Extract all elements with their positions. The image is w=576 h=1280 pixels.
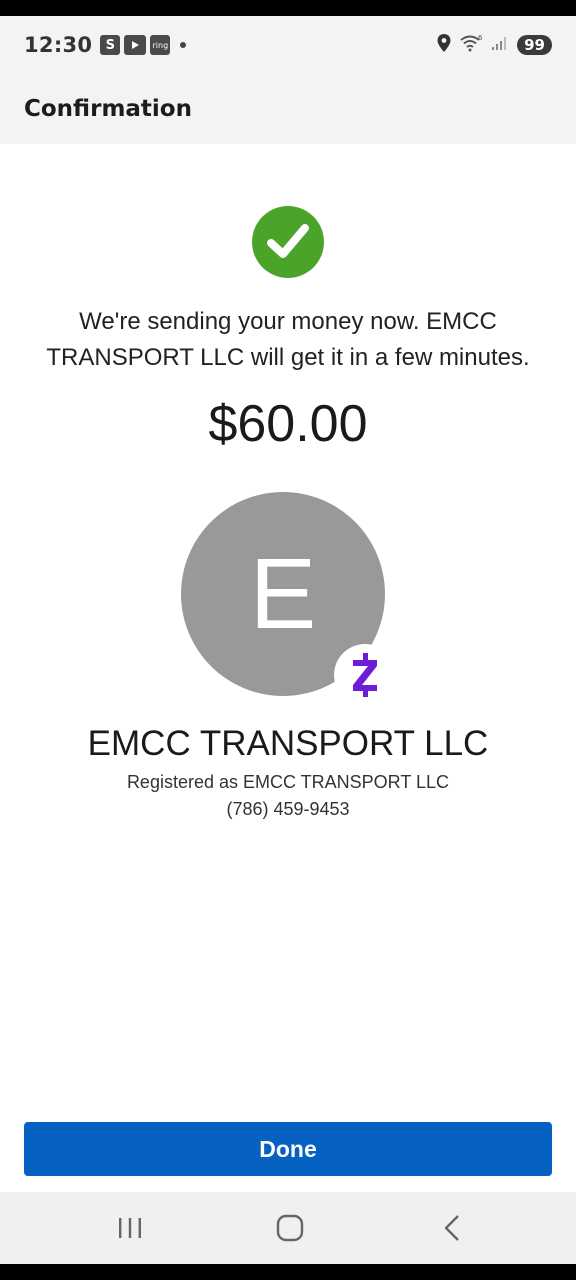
done-button[interactable]: Done [24,1122,552,1176]
confirmation-message: We're sending your money now. EMCC TRANS… [46,308,530,371]
screen-top-edge [0,0,576,16]
status-time: 12:30 [24,33,93,57]
recipient-phone: (786) 459-9453 [226,799,350,819]
screen-bottom-edge [0,1264,576,1280]
back-icon[interactable] [402,1192,502,1264]
page-title: Confirmation [24,96,192,122]
status-bar: 12:30 S ring 6 99 [0,16,576,74]
s-app-icon: S [100,35,121,55]
zelle-icon [334,644,396,706]
recipient-name: EMCC TRANSPORT LLC [87,724,489,763]
recipient-registered-name: Registered as EMCC TRANSPORT LLC [126,772,450,792]
battery-indicator: 99 [517,35,552,55]
confirmation-content: We're sending your money now. EMCC TRANS… [0,144,576,1192]
home-icon[interactable] [240,1192,340,1264]
success-check-icon [252,206,324,278]
app-bar: Confirmation [0,74,576,144]
youtube-icon [124,35,147,55]
recent-apps-icon[interactable] [80,1192,180,1264]
notification-dot-icon [180,42,187,48]
payment-amount: $60.00 [208,395,368,453]
system-navigation-bar [0,1192,576,1264]
wifi-icon: 6 [459,34,483,56]
svg-text:6: 6 [478,34,483,42]
ring-app-icon: ring [150,35,171,55]
location-icon [437,34,451,56]
avatar-initial: E [249,537,317,650]
signal-icon [491,35,509,55]
